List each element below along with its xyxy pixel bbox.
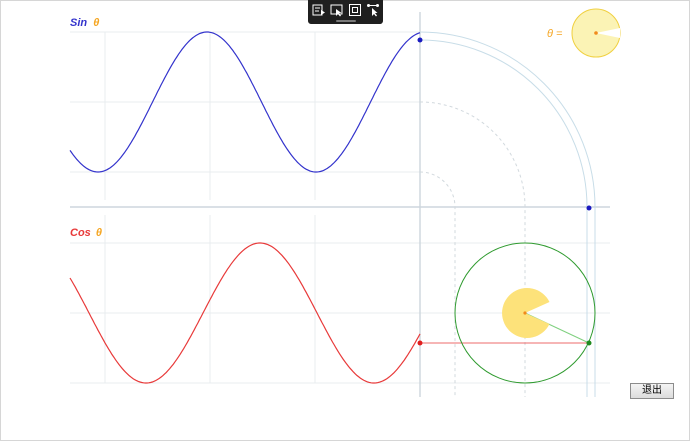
toolbar-grip[interactable] [336, 20, 356, 22]
connect-icon[interactable] [366, 3, 380, 17]
arc-end-point [586, 205, 592, 211]
fullscreen-icon[interactable] [348, 3, 362, 17]
sin-point [417, 37, 423, 43]
cos-point [417, 340, 423, 346]
radius-arcs [419, 31, 596, 397]
cos-theta-label: θ [96, 227, 102, 239]
svg-text:Cos θ: Cos θ [70, 227, 102, 239]
floating-toolbar [308, 0, 383, 24]
play-list-icon[interactable] [312, 3, 326, 17]
sin-label: Sin [70, 17, 87, 29]
cos-label: Cos [70, 227, 91, 239]
theta-equals-label: θ = [547, 28, 563, 40]
pointer-icon[interactable] [330, 3, 344, 17]
circle-point [586, 340, 592, 346]
svg-text:Sin θ: Sin θ [70, 17, 99, 29]
theta-indicator-center [594, 31, 598, 35]
trig-canvas: Sin θ Cos θ θ = [69, 8, 621, 397]
circle-center-dot [523, 311, 527, 315]
sin-theta-label: θ [93, 17, 99, 29]
exit-button[interactable]: 退出 [630, 383, 674, 399]
